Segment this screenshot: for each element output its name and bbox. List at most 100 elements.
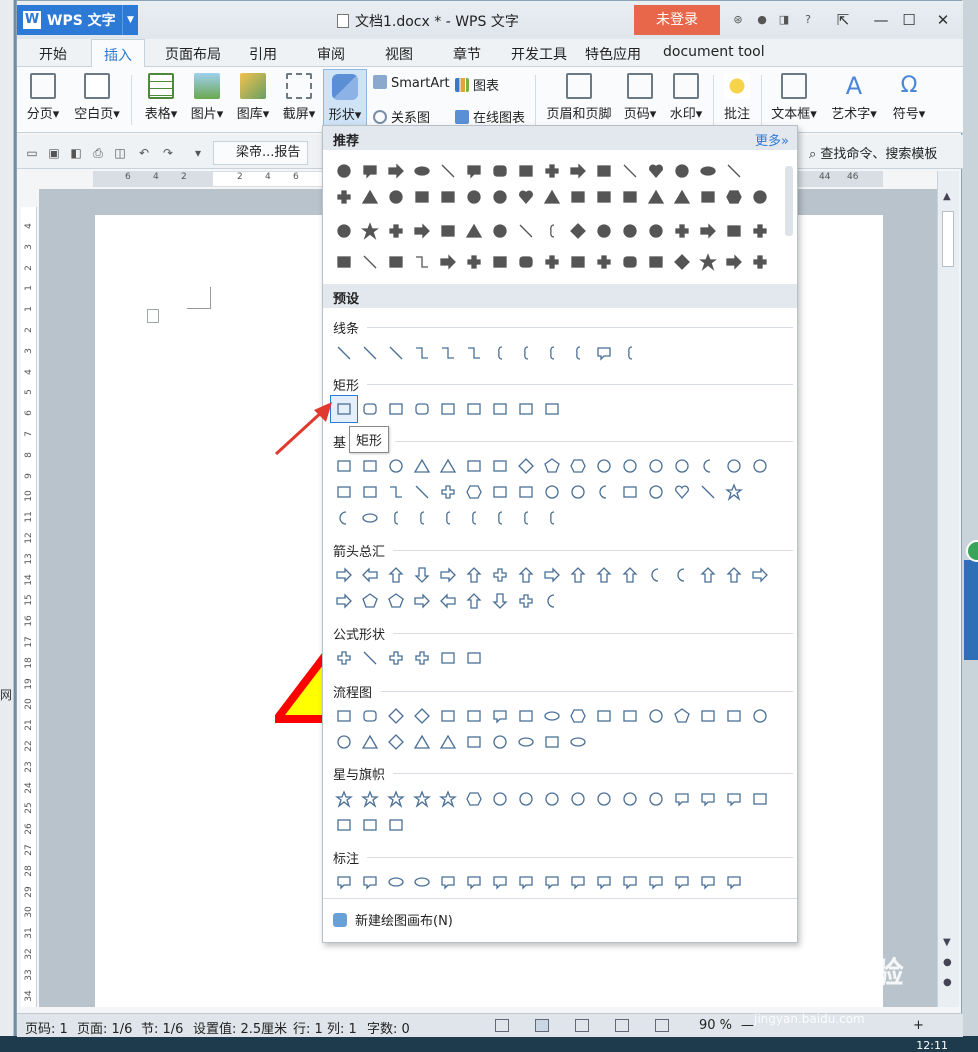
arrow-shape-icon[interactable] xyxy=(383,588,409,614)
arrow-shape-icon[interactable] xyxy=(435,562,461,588)
basic-shape-icon[interactable] xyxy=(357,453,383,479)
recommended-shape-icon[interactable] xyxy=(357,249,383,275)
minimize-icon[interactable]: — xyxy=(867,9,895,31)
star-shape-icon[interactable] xyxy=(357,786,383,812)
print-preview-icon[interactable]: ◫ xyxy=(113,146,127,160)
recommended-shape-icon[interactable] xyxy=(747,249,773,275)
banner-shape-icon[interactable] xyxy=(383,812,409,838)
tab-insert[interactable]: 插入 xyxy=(91,39,145,68)
flowchart-shape-icon[interactable] xyxy=(539,703,565,729)
flowchart-shape-icon[interactable] xyxy=(331,729,357,755)
star-shape-icon[interactable] xyxy=(643,786,669,812)
rectangle-variant-icon[interactable] xyxy=(383,396,409,422)
recommended-shape-icon[interactable] xyxy=(617,249,643,275)
line-shape-icon[interactable] xyxy=(383,340,409,366)
symbol-button[interactable]: Ω 符号▾ xyxy=(887,69,931,129)
recommended-shape-icon[interactable] xyxy=(513,249,539,275)
recommended-shape-icon[interactable] xyxy=(539,184,565,210)
star-shape-icon[interactable] xyxy=(565,786,591,812)
recommended-shape-icon[interactable] xyxy=(461,184,487,210)
table-button[interactable]: 表格▾ xyxy=(141,69,181,129)
recommended-shape-icon[interactable] xyxy=(331,218,357,244)
basic-shape-icon[interactable] xyxy=(539,453,565,479)
arrow-shape-icon[interactable] xyxy=(539,588,565,614)
export-pdf-icon[interactable]: ◧ xyxy=(69,146,83,160)
recommended-shape-icon[interactable] xyxy=(487,158,513,184)
basic-shape-icon[interactable] xyxy=(695,453,721,479)
recommended-shape-icon[interactable] xyxy=(383,158,409,184)
login-button[interactable]: 未登录 xyxy=(634,5,720,35)
rectangle-variant-icon[interactable] xyxy=(357,396,383,422)
recommended-shape-icon[interactable] xyxy=(539,218,565,244)
arrow-shape-icon[interactable] xyxy=(747,562,773,588)
flowchart-shape-icon[interactable] xyxy=(409,729,435,755)
banner-shape-icon[interactable] xyxy=(331,812,357,838)
banner-shape-icon[interactable] xyxy=(357,812,383,838)
line-shape-icon[interactable] xyxy=(513,340,539,366)
rectangle-variant-icon[interactable] xyxy=(513,396,539,422)
print-icon[interactable]: ⎙ xyxy=(91,146,105,160)
callout-shape-icon[interactable] xyxy=(357,869,383,895)
help-icon[interactable]: ? xyxy=(801,13,815,27)
recommended-shape-icon[interactable] xyxy=(721,249,747,275)
equation-shape-icon[interactable] xyxy=(331,645,357,671)
callout-shape-icon[interactable] xyxy=(669,869,695,895)
arrow-shape-icon[interactable] xyxy=(513,588,539,614)
arrow-shape-icon[interactable] xyxy=(331,562,357,588)
paste-options-icon[interactable] xyxy=(147,309,159,323)
star-shape-icon[interactable] xyxy=(617,786,643,812)
flowchart-shape-icon[interactable] xyxy=(383,729,409,755)
online-chart-button[interactable]: 在线图表 xyxy=(455,107,525,126)
equation-shape-icon[interactable] xyxy=(383,645,409,671)
ribbon-toggle-icon[interactable]: ⇱ xyxy=(829,9,857,31)
arrow-shape-icon[interactable] xyxy=(461,562,487,588)
arrow-shape-icon[interactable] xyxy=(357,562,383,588)
recommended-shape-icon[interactable] xyxy=(695,184,721,210)
basic-shape-icon[interactable] xyxy=(435,479,461,505)
arrow-shape-icon[interactable] xyxy=(409,562,435,588)
open-icon[interactable]: ▭ xyxy=(25,146,39,160)
redo-icon[interactable]: ↷ xyxy=(161,146,175,160)
basic-shape-icon[interactable] xyxy=(721,453,747,479)
recommended-shape-icon[interactable] xyxy=(695,158,721,184)
recommended-shape-icon[interactable] xyxy=(721,218,747,244)
undo-icon[interactable]: ↶ xyxy=(137,146,151,160)
page-break-button[interactable]: 分页▾ xyxy=(23,69,63,129)
recommended-shape-icon[interactable] xyxy=(331,158,357,184)
flowchart-shape-icon[interactable] xyxy=(565,703,591,729)
basic-shape-icon[interactable] xyxy=(409,453,435,479)
star-shape-icon[interactable] xyxy=(669,786,695,812)
recommended-shape-icon[interactable] xyxy=(409,184,435,210)
flowchart-shape-icon[interactable] xyxy=(591,703,617,729)
relation-button[interactable]: 关系图 xyxy=(373,107,430,126)
star-shape-icon[interactable] xyxy=(591,786,617,812)
basic-shape-icon[interactable] xyxy=(461,479,487,505)
star-shape-icon[interactable] xyxy=(435,786,461,812)
arrow-shape-icon[interactable] xyxy=(721,562,747,588)
basic-shape-icon[interactable] xyxy=(487,479,513,505)
line-shape-icon[interactable] xyxy=(409,340,435,366)
basic-shape-icon[interactable] xyxy=(409,479,435,505)
callout-shape-icon[interactable] xyxy=(695,869,721,895)
callout-shape-icon[interactable] xyxy=(435,869,461,895)
recommended-shape-icon[interactable] xyxy=(383,218,409,244)
star-shape-icon[interactable] xyxy=(409,786,435,812)
basic-shape-icon[interactable] xyxy=(669,453,695,479)
flowchart-shape-icon[interactable] xyxy=(461,729,487,755)
comment-button[interactable]: 批注 xyxy=(719,69,755,129)
callout-shape-icon[interactable] xyxy=(409,869,435,895)
tab-developer[interactable]: 开发工具 xyxy=(511,44,567,64)
flowchart-shape-icon[interactable] xyxy=(487,703,513,729)
zoom-level[interactable]: 90 % xyxy=(699,1018,732,1033)
prev-page-icon[interactable]: ● xyxy=(943,957,952,968)
arrow-shape-icon[interactable] xyxy=(409,588,435,614)
arrow-shape-icon[interactable] xyxy=(331,588,357,614)
flowchart-shape-icon[interactable] xyxy=(331,703,357,729)
flowchart-shape-icon[interactable] xyxy=(357,703,383,729)
scroll-down-icon[interactable]: ▼ xyxy=(943,937,951,948)
recommended-shape-icon[interactable] xyxy=(747,218,773,244)
reading-view-icon[interactable] xyxy=(655,1019,669,1032)
star-shape-icon[interactable] xyxy=(695,786,721,812)
arrow-shape-icon[interactable] xyxy=(461,588,487,614)
floating-ball-icon[interactable] xyxy=(966,540,978,562)
